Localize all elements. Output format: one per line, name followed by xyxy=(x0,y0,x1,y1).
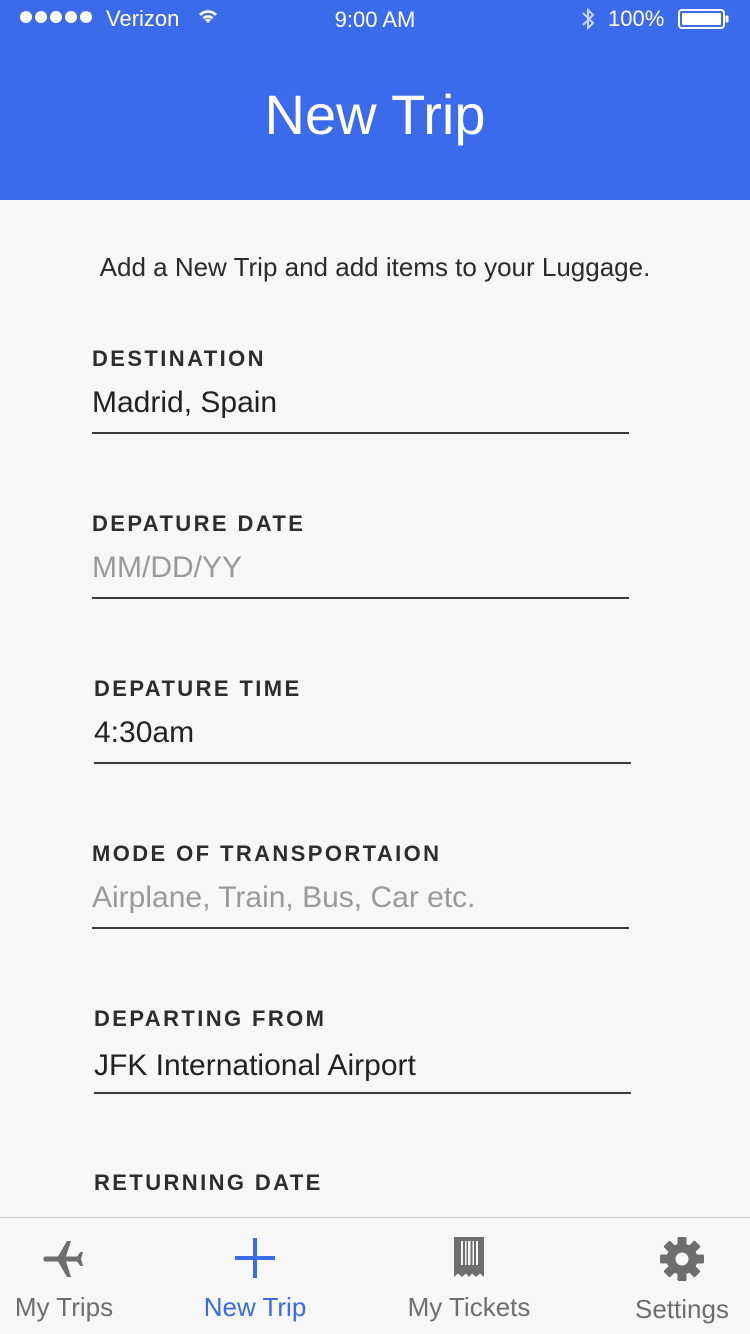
tab-bar: My Trips New Trip My Tickets Settings xyxy=(0,1217,750,1334)
bluetooth-icon xyxy=(578,5,598,39)
departure-time-label: DEPATURE TIME xyxy=(94,676,302,701)
departing-from-label: DEPARTING FROM xyxy=(94,1006,327,1031)
departing-from-input[interactable]: JFK International Airport xyxy=(94,1046,631,1104)
tab-new-trip[interactable]: New Trip xyxy=(185,1218,325,1334)
navigation-header: New Trip xyxy=(0,40,750,200)
plus-icon xyxy=(233,1236,277,1285)
departure-time-field: DEPATURE TIME xyxy=(94,676,631,764)
tab-my-tickets-label: My Tickets xyxy=(407,1292,531,1322)
battery-percentage: 100% xyxy=(608,6,665,31)
ticket-icon xyxy=(453,1236,485,1285)
gear-icon xyxy=(659,1236,705,1287)
departure-date-underline xyxy=(92,597,629,599)
tab-my-trips[interactable]: My Trips xyxy=(0,1218,128,1334)
transportation-mode-label: MODE OF TRANSPORTAION xyxy=(92,841,442,866)
destination-underline xyxy=(92,432,629,434)
destination-input[interactable] xyxy=(92,386,629,420)
departure-date-input[interactable] xyxy=(92,551,629,585)
departure-date-label: DEPATURE DATE xyxy=(92,511,306,536)
destination-field: DESTINATION xyxy=(92,346,629,434)
departure-time-underline xyxy=(94,762,631,764)
airplane-icon xyxy=(40,1236,88,1287)
transportation-mode-underline xyxy=(92,927,629,929)
transportation-mode-input[interactable] xyxy=(92,881,629,915)
departure-time-input[interactable] xyxy=(94,716,631,750)
returning-date-field: RETURNING DATE xyxy=(94,1170,631,1196)
tab-my-trips-label: My Trips xyxy=(14,1292,114,1322)
battery-icon xyxy=(678,9,730,29)
destination-label: DESTINATION xyxy=(92,346,266,371)
departure-date-field: DEPATURE DATE xyxy=(92,511,629,599)
departing-from-field: DEPARTING FROM JFK International Airport xyxy=(94,1006,631,1094)
intro-text: Add a New Trip and add items to your Lug… xyxy=(99,252,651,282)
returning-date-label: RETURNING DATE xyxy=(94,1170,323,1195)
tab-new-trip-label: New Trip xyxy=(203,1292,307,1322)
tab-settings[interactable]: Settings xyxy=(620,1218,744,1334)
transportation-mode-field: MODE OF TRANSPORTAION xyxy=(92,841,629,929)
status-bar: Verizon 9:00 AM 100% xyxy=(0,0,750,40)
tab-my-tickets[interactable]: My Tickets xyxy=(390,1218,548,1334)
page-title: New Trip xyxy=(264,83,486,146)
departing-from-underline xyxy=(94,1092,631,1094)
tab-settings-label: Settings xyxy=(635,1294,729,1324)
